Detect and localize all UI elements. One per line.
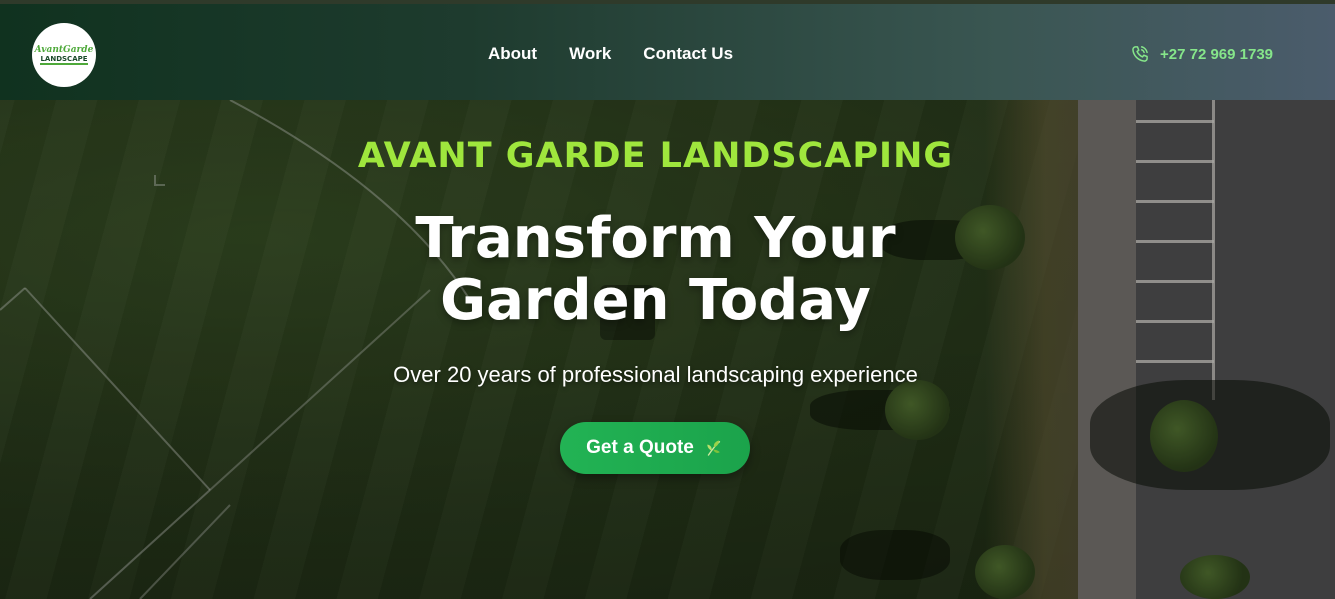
- brand-title: AVANT GARDE LANDSCAPING: [357, 136, 954, 176]
- phone-link[interactable]: +27 72 969 1739: [1130, 44, 1273, 64]
- logo-text-bottom: LANDSCAPE: [40, 55, 88, 65]
- logo-text-top: AvantGarde: [34, 45, 94, 55]
- headline-line-2: Garden Today: [440, 268, 871, 333]
- nav-link-work[interactable]: Work: [569, 44, 611, 64]
- phone-icon: [1132, 46, 1148, 62]
- cta-label: Get a Quote: [586, 437, 694, 458]
- nav-link-about[interactable]: About: [488, 44, 537, 64]
- navbar: AvantGarde LANDSCAPE About Work Contact …: [0, 0, 1335, 100]
- hero-headline: Transform Your Garden Today: [0, 208, 1311, 332]
- headline-line-1: Transform Your: [415, 206, 896, 271]
- get-quote-button[interactable]: Get a Quote: [560, 422, 750, 474]
- site-logo[interactable]: AvantGarde LANDSCAPE: [32, 23, 96, 87]
- hero-subtitle: Over 20 years of professional landscapin…: [393, 362, 918, 387]
- nav-links: About Work Contact Us: [488, 44, 733, 64]
- nav-link-contact[interactable]: Contact Us: [643, 44, 733, 64]
- phone-number: +27 72 969 1739: [1160, 45, 1274, 63]
- leaf-icon: [707, 440, 721, 456]
